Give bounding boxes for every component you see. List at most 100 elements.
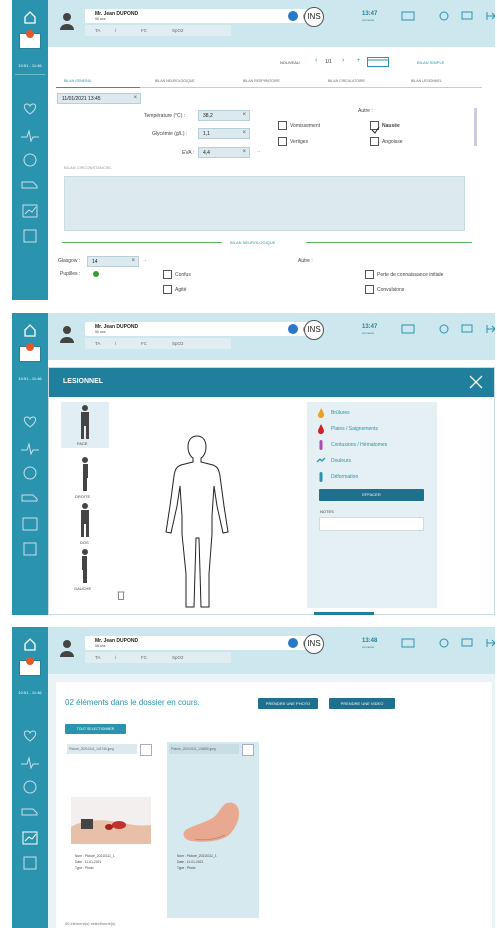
circonstance-textarea[interactable] <box>64 176 465 231</box>
glycemie-input[interactable]: 1,1 × <box>198 128 250 139</box>
legend-deformation[interactable]: Déformation <box>331 474 358 480</box>
chart-icon[interactable] <box>19 830 41 846</box>
nausee-checkbox[interactable] <box>370 121 380 134</box>
confus-checkbox[interactable] <box>163 270 172 279</box>
logout-icon[interactable] <box>483 11 495 21</box>
heart-icon[interactable] <box>19 727 41 743</box>
document-checkbox[interactable] <box>140 744 152 756</box>
clear-icon[interactable]: × <box>242 149 246 155</box>
ambulance-icon[interactable] <box>19 177 41 193</box>
date-input[interactable]: 11/01/2021 13:45 × <box>57 93 141 104</box>
tab-bilan-lesionnel[interactable]: BILAN LESIONNEL <box>411 79 442 83</box>
tab-bilan-circ[interactable]: BILAN CIRCULATOIRE <box>328 79 365 83</box>
tab-bilan-general[interactable]: BILAN GENERAL <box>64 79 92 83</box>
ambulance-icon[interactable] <box>19 804 41 820</box>
status-dot[interactable] <box>288 638 298 648</box>
document-icon[interactable] <box>19 855 41 871</box>
legend-contusions[interactable]: Contusions / Hématomes <box>331 442 387 448</box>
wound-photo[interactable] <box>71 797 151 844</box>
document-item-selected[interactable]: Picture_20210111_134806.jpeg Nom : Pictu… <box>167 742 259 918</box>
logout-icon[interactable] <box>483 638 495 648</box>
monitor-icon[interactable] <box>401 11 415 21</box>
legend-plaies[interactable]: Plaies / Saignements <box>331 426 378 432</box>
heart-icon[interactable] <box>19 413 41 429</box>
glasgow-input[interactable]: 14 × <box>87 256 139 267</box>
patient-card[interactable]: Mr. Jean DUPOND 56 ans <box>85 9 317 23</box>
angoisse-checkbox[interactable] <box>370 137 379 146</box>
document-icon[interactable] <box>19 541 41 557</box>
notes-input[interactable] <box>319 517 424 531</box>
pupilles-radio[interactable] <box>93 271 99 277</box>
tab-bilan-neuro[interactable]: BILAN NEUROLOGIQUE <box>155 79 195 83</box>
brain-icon[interactable] <box>19 779 41 795</box>
perte-checkbox[interactable] <box>365 270 374 279</box>
home-icon[interactable] <box>19 322 41 338</box>
clear-icon[interactable]: × <box>133 95 137 101</box>
calendar-icon[interactable] <box>367 57 389 67</box>
temperature-input[interactable]: 38,2 × <box>198 110 250 121</box>
vomissement-checkbox[interactable] <box>278 121 287 130</box>
ins-badge[interactable]: INS <box>304 7 324 27</box>
body-back-icon[interactable] <box>78 502 92 538</box>
next-icon[interactable]: › <box>342 57 344 64</box>
body-front-icon[interactable] <box>78 404 92 440</box>
chat-icon[interactable] <box>460 638 474 648</box>
body-left-icon[interactable] <box>78 548 92 584</box>
chart-icon[interactable] <box>19 203 41 219</box>
modal-footer-button[interactable] <box>314 612 374 615</box>
chat-icon[interactable] <box>460 324 474 334</box>
brain-icon[interactable] <box>19 152 41 168</box>
chart-icon[interactable] <box>19 516 41 532</box>
patient-card[interactable]: Mr. Jean DUPOND 56 ans <box>85 322 317 336</box>
effacer-button[interactable]: EFFACER <box>319 489 424 501</box>
pulse-icon[interactable] <box>19 441 41 457</box>
clear-icon[interactable]: × <box>242 112 246 118</box>
take-video-button[interactable]: PRENDRE UNE VIDEO <box>329 698 395 709</box>
user-avatar-icon <box>60 640 74 657</box>
select-all-button[interactable]: TOUT SELECTIONNER <box>65 724 126 734</box>
clear-icon[interactable]: × <box>131 258 135 264</box>
monitor-icon[interactable] <box>401 324 415 334</box>
ins-badge[interactable]: INS <box>304 320 324 340</box>
close-icon[interactable] <box>468 374 484 390</box>
agite-checkbox[interactable] <box>163 285 172 294</box>
add-icon[interactable]: + <box>357 58 361 64</box>
body-diagram[interactable] <box>153 434 241 612</box>
heart-icon[interactable] <box>19 100 41 116</box>
document-checkbox[interactable] <box>242 744 254 756</box>
eva-input[interactable]: 4,4 × <box>198 147 250 158</box>
scrollbar[interactable] <box>474 108 477 146</box>
settings-icon[interactable] <box>437 638 451 648</box>
prev-icon[interactable]: ‹ <box>315 57 317 64</box>
settings-icon[interactable] <box>437 324 451 334</box>
chat-icon[interactable] <box>460 11 474 21</box>
pulse-icon[interactable] <box>19 755 41 771</box>
patient-card[interactable]: Mr. Jean DUPOND 56 ans <box>85 636 317 650</box>
ambulance-icon[interactable] <box>19 490 41 506</box>
brain-icon[interactable] <box>19 465 41 481</box>
monitor-icon[interactable] <box>401 638 415 648</box>
status-dot[interactable] <box>288 11 298 21</box>
clear-icon[interactable]: × <box>242 130 246 136</box>
logout-icon[interactable] <box>483 324 495 334</box>
document-icon[interactable] <box>19 228 41 244</box>
legend-douleurs[interactable]: Douleurs <box>331 458 351 464</box>
take-photo-button[interactable]: PRENDRE UNE PHOTO <box>258 698 318 709</box>
trash-icon[interactable] <box>117 590 125 600</box>
document-item[interactable]: Picture_20210111_141746.jpeg Nom : Pictu… <box>65 742 157 918</box>
tab-bilan-respi[interactable]: BILAN RESPIRATOIRE <box>243 79 280 83</box>
convulsions-checkbox[interactable] <box>365 285 374 294</box>
panel-bilan-general: 10:51 - 11:46 Mr. Jean DUPOND 56 ans INS… <box>12 0 495 300</box>
pulse-icon[interactable] <box>19 128 41 144</box>
bilan-simple-button[interactable]: BILAN SIMPLE <box>417 60 444 65</box>
home-icon[interactable] <box>19 636 41 652</box>
home-icon[interactable] <box>19 9 41 25</box>
vital-ta: TA <box>95 341 101 346</box>
settings-icon[interactable] <box>437 11 451 21</box>
body-right-icon[interactable] <box>78 456 92 492</box>
legend-brulures[interactable]: Brûlures <box>331 410 350 416</box>
vertiges-checkbox[interactable] <box>278 137 287 146</box>
foot-photo[interactable] <box>173 797 253 844</box>
status-dot[interactable] <box>288 324 298 334</box>
ins-badge[interactable]: INS <box>304 634 324 654</box>
